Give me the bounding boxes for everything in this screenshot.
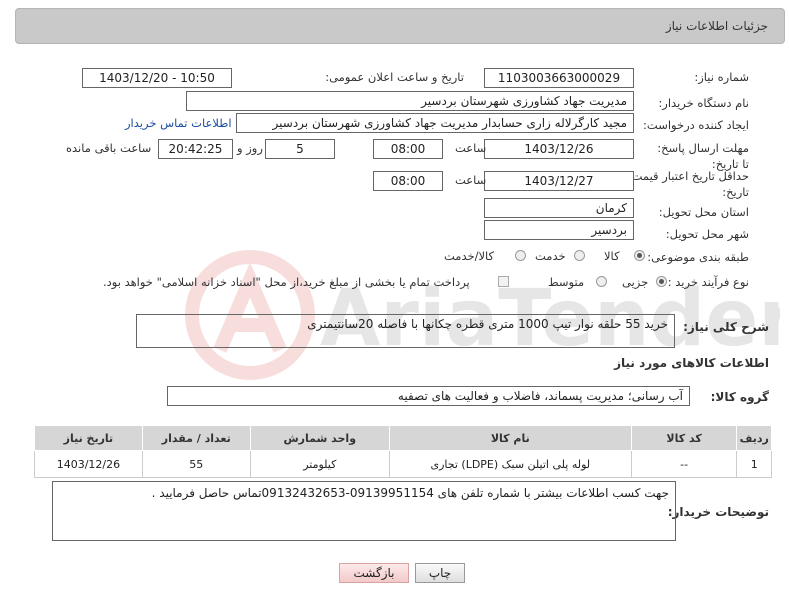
process-radio-minor[interactable] (656, 276, 667, 287)
buyer-contact-link[interactable]: اطلاعات تماس خریدار (125, 116, 232, 130)
table-header-row: ردیف کد کالا نام کالا واحد شمارش تعداد /… (34, 425, 772, 451)
col-unit: واحد شمارش (249, 425, 390, 451)
category-option-goods-service: کالا/خدمت (444, 249, 495, 263)
remaining-time-field: 20:42:25 (158, 139, 233, 159)
deadline-time-label: ساعت (455, 141, 487, 155)
category-option-service: خدمت (535, 249, 566, 263)
process-radio-medium[interactable] (596, 276, 607, 287)
category-radio-goods-service[interactable] (515, 250, 526, 261)
payment-note: پرداخت تمام یا بخشی از مبلغ خرید،از محل … (103, 275, 470, 289)
creator-label: ایجاد کننده درخواست: (643, 118, 749, 132)
cell-goods-name: لوله پلی اتیلن سبک (LDPE) تجاری (388, 450, 632, 478)
buyer-org-field: مدیریت جهاد کشاورزی شهرستان بردسیر (186, 91, 634, 111)
city-field: بردسیر (484, 220, 634, 240)
category-radio-goods[interactable] (634, 250, 645, 261)
buyer-notes-textarea[interactable]: جهت کسب اطلاعات بیشتر با شماره تلفن های … (52, 481, 676, 541)
province-label: استان محل تحویل: (658, 205, 749, 219)
process-option-medium: متوسط (548, 275, 585, 289)
creator-field: مجید کارگرلاله زاری حسابدار مدیریت جهاد … (236, 113, 634, 133)
process-label: نوع فرآیند خرید : (667, 275, 749, 289)
col-row-number: ردیف (736, 425, 772, 451)
category-radio-service[interactable] (574, 250, 585, 261)
buyer-org-label: نام دستگاه خریدار: (658, 96, 749, 110)
deadline-time-field: 08:00 (373, 139, 443, 159)
cell-need-date: 1403/12/26 (34, 450, 143, 478)
announce-label: تاریخ و ساعت اعلان عمومی: (325, 70, 464, 84)
page-title: جزئیات اطلاعات نیاز (665, 19, 768, 33)
province-field: کرمان (484, 198, 634, 218)
category-label: طبقه بندی موضوعی: (647, 250, 749, 264)
need-number-label: شماره نیاز: (694, 70, 749, 84)
goods-group-label: گروه کالا: (710, 390, 769, 404)
days-label: روز و (237, 141, 263, 155)
cell-row-number: 1 (736, 450, 772, 478)
process-option-minor: جزیی (622, 275, 649, 289)
days-field: 5 (265, 139, 335, 159)
col-need-date: تاریخ نیاز (34, 425, 143, 451)
need-number-field: 1103003663000029 (484, 68, 634, 88)
deadline-date-field: 1403/12/26 (484, 139, 634, 159)
category-option-goods: کالا (604, 249, 620, 263)
print-button[interactable]: چاپ (415, 563, 465, 583)
treasury-payment-checkbox[interactable] (498, 276, 509, 287)
description-textarea[interactable]: خرید 55 حلقه نوار تیپ 1000 متری قطره چکا… (136, 314, 675, 348)
col-goods-name: نام کالا (388, 425, 632, 451)
table-row[interactable]: 1 -- لوله پلی اتیلن سبک (LDPE) تجاری کیل… (34, 450, 772, 478)
back-button[interactable]: بازگشت (339, 563, 409, 583)
goods-section-title: اطلاعات کالاهای مورد نیاز (614, 356, 769, 370)
remaining-label: ساعت باقی مانده (66, 141, 152, 155)
cell-unit: کیلومتر (249, 450, 390, 478)
col-goods-code: کد کالا (630, 425, 738, 451)
goods-group-field: آب رسانی؛ مدیریت پسماند، فاضلاب و فعالیت… (167, 386, 690, 406)
col-quantity: تعداد / مقدار (141, 425, 251, 451)
goods-table: ردیف کد کالا نام کالا واحد شمارش تعداد /… (34, 425, 772, 478)
city-label: شهر محل تحویل: (665, 227, 749, 241)
page-header: جزئیات اطلاعات نیاز (15, 8, 785, 44)
announce-field: 1403/12/20 - 10:50 (82, 68, 232, 88)
validity-time-label: ساعت (455, 173, 487, 187)
description-label: شرح کلی نیاز: (683, 320, 769, 334)
validity-time-field: 08:00 (373, 171, 443, 191)
cell-goods-code: -- (630, 450, 738, 478)
buyer-notes-label: توضیحات خریدار: (667, 505, 769, 519)
validity-date-field: 1403/12/27 (484, 171, 634, 191)
cell-quantity: 55 (141, 450, 251, 478)
